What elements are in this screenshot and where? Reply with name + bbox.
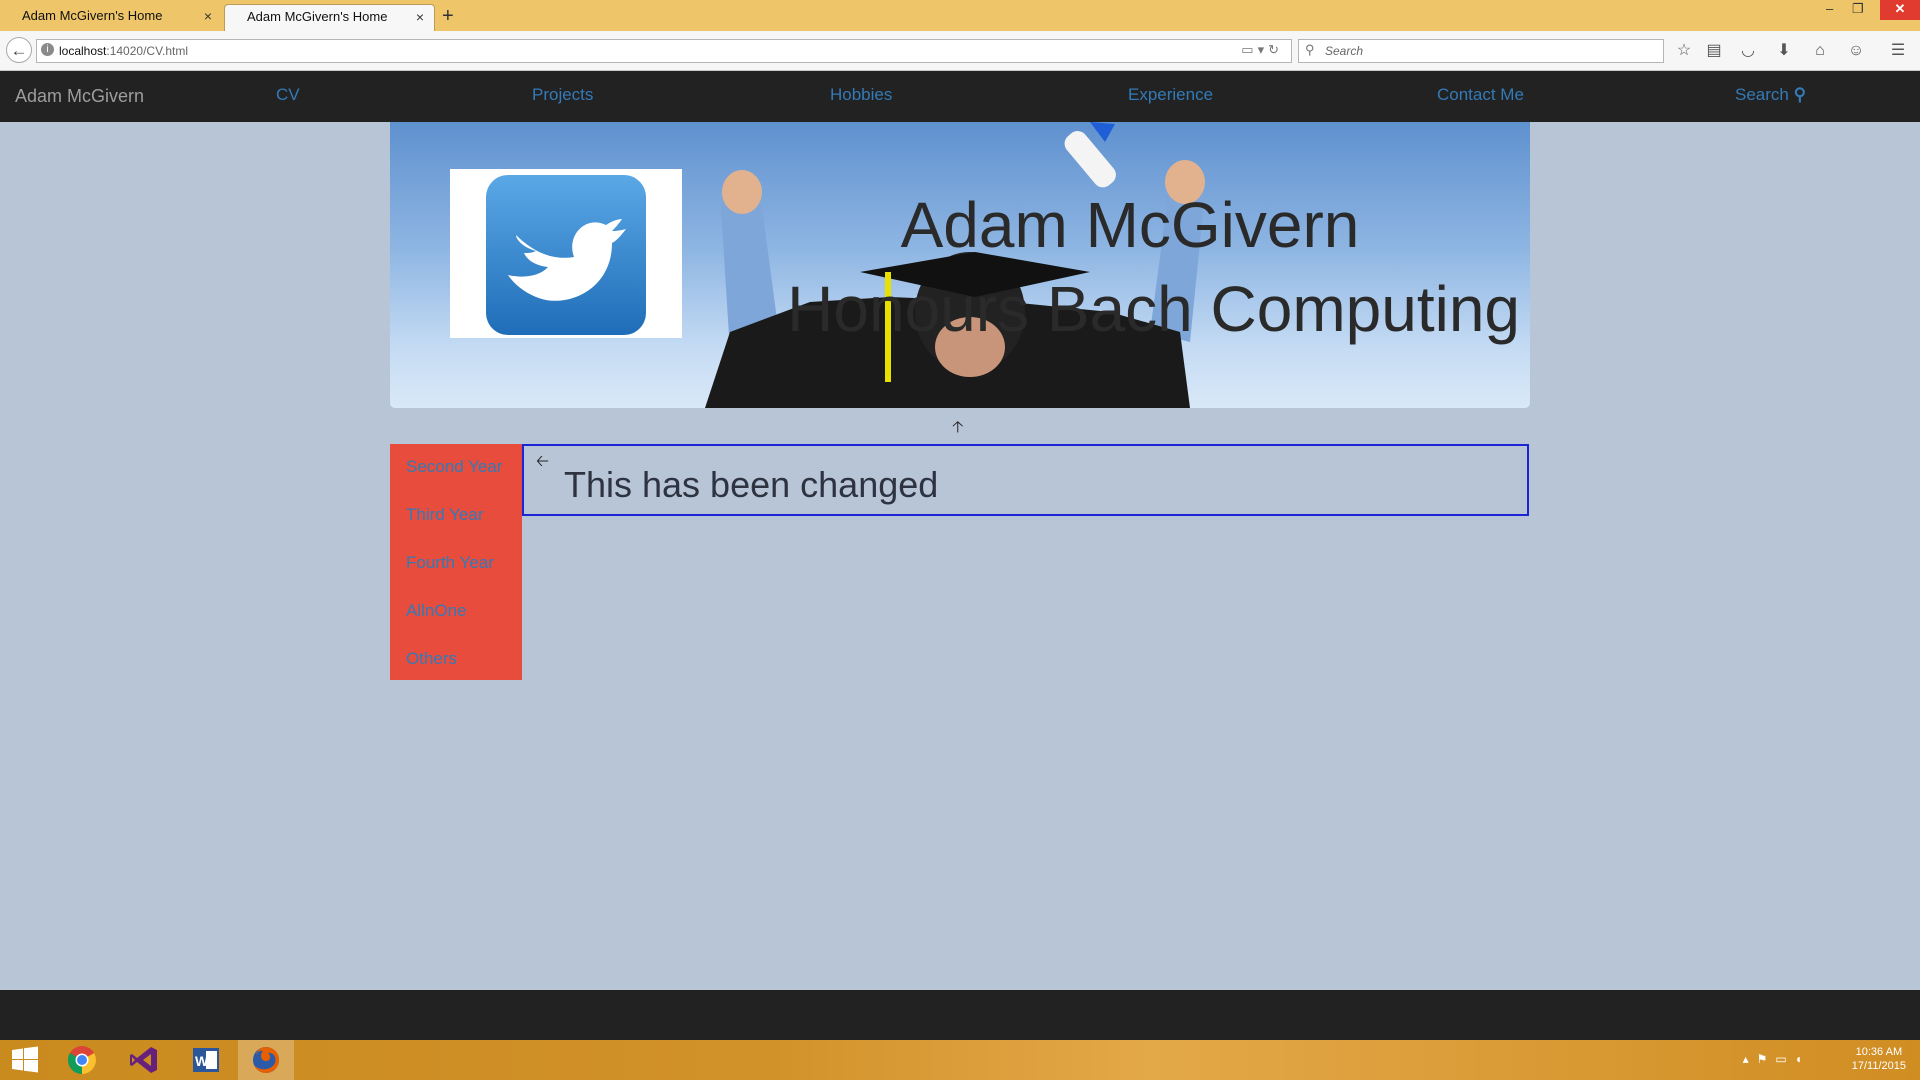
tab-title: Adam McGivern's Home — [247, 9, 388, 24]
word-icon[interactable]: W — [178, 1040, 234, 1080]
site-info-icon[interactable]: i — [41, 43, 54, 56]
minimize-button[interactable]: – — [1826, 0, 1833, 18]
magnifier-icon: ⚲ — [1793, 85, 1807, 104]
twitter-logo-icon — [486, 175, 646, 335]
windows-taskbar: W ▴⚑▭◖ 10:36 AM 17/11/2015 — [0, 1040, 1920, 1080]
browser-toolbar: ← i localhost:14020/CV.html ▭▾↻ ⚲ Search… — [0, 31, 1920, 71]
star-icon[interactable]: ☆ — [1672, 39, 1696, 63]
system-clock[interactable]: 10:36 AM 17/11/2015 — [1852, 1045, 1906, 1073]
visual-studio-icon[interactable] — [116, 1040, 172, 1080]
nav-cv[interactable]: CV — [276, 85, 300, 105]
browser-tab-2[interactable]: Adam McGivern's Home × — [224, 4, 435, 31]
header-banner: Adam McGivern Honours Bach Computing — [390, 122, 1530, 408]
header-name: Adam McGivern — [900, 189, 1360, 261]
browser-tab-bar: Adam McGivern's Home × Adam McGivern's H… — [0, 0, 1920, 31]
site-footer — [0, 990, 1920, 1040]
nav-contact-me[interactable]: Contact Me — [1437, 85, 1524, 105]
address-bar[interactable]: i localhost:14020/CV.html ▭▾↻ — [36, 39, 1292, 63]
site-navbar: Adam McGivern CV Projects Hobbies Experi… — [0, 71, 1920, 122]
sidebar-item-third-year[interactable]: Third Year — [406, 505, 484, 525]
reader-reload-icon[interactable]: ▭▾↻ — [1241, 42, 1283, 58]
new-tab-button[interactable]: + — [442, 4, 454, 28]
menu-icon[interactable]: ☰ — [1886, 39, 1910, 63]
page-content: Adam McGivern Honours Bach Computing 🡡 S… — [0, 122, 1920, 990]
home-icon[interactable]: ⌂ — [1808, 39, 1832, 63]
header-degree: Honours Bach Computing — [787, 273, 1520, 345]
clock-time: 10:36 AM — [1855, 1046, 1903, 1058]
sidebar-item-fourth-year[interactable]: Fourth Year — [406, 553, 494, 573]
search-placeholder: Search — [1325, 44, 1364, 58]
nav-search-label: Search — [1735, 85, 1789, 104]
tab-title: Adam McGivern's Home — [22, 8, 163, 23]
site-brand[interactable]: Adam McGivern — [15, 86, 144, 107]
main-heading: This has been changed — [564, 464, 939, 505]
sidebar-item-second-year[interactable]: Second Year — [406, 457, 502, 477]
main-content-box: 🡠 This has been changed — [522, 444, 1529, 516]
firefox-icon[interactable] — [238, 1040, 294, 1080]
windows-start-icon[interactable] — [0, 1040, 50, 1080]
window-close-button[interactable]: ✕ — [1880, 0, 1920, 20]
tab-close-icon[interactable]: × — [204, 4, 212, 28]
back-arrow-icon: ← — [10, 41, 28, 60]
nav-projects[interactable]: Projects — [532, 85, 593, 105]
nav-hobbies[interactable]: Hobbies — [830, 85, 892, 105]
sidebar-item-allnone[interactable]: AllnOne — [406, 601, 466, 621]
download-icon[interactable]: ⬇ — [1772, 39, 1796, 63]
pocket-icon[interactable]: ◡ — [1736, 39, 1760, 63]
url-text: localhost:14020/CV.html — [59, 44, 188, 58]
sidebar: Second Year Third Year Fourth Year AllnO… — [390, 444, 522, 680]
restore-button[interactable]: ❐ — [1852, 0, 1864, 18]
up-arrow-icon[interactable]: 🡡 — [952, 416, 964, 443]
search-input[interactable]: ⚲ Search — [1298, 39, 1664, 63]
back-button[interactable]: ← — [6, 37, 32, 63]
browser-tab-1[interactable]: Adam McGivern's Home × — [0, 4, 222, 31]
nav-search[interactable]: Search ⚲ — [1735, 85, 1806, 105]
search-icon: ⚲ — [1305, 42, 1315, 57]
clock-date: 17/11/2015 — [1851, 1060, 1906, 1072]
tab-close-icon[interactable]: × — [416, 5, 424, 29]
chrome-icon[interactable] — [54, 1040, 110, 1080]
nav-experience[interactable]: Experience — [1128, 85, 1213, 105]
reading-list-icon[interactable]: ▤ — [1702, 39, 1726, 63]
svg-text:W: W — [195, 1053, 209, 1069]
sidebar-item-others[interactable]: Others — [406, 649, 457, 669]
left-arrow-icon[interactable]: 🡠 — [536, 450, 549, 477]
system-tray-icons[interactable]: ▴⚑▭◖ — [1743, 1052, 1810, 1066]
chat-icon[interactable]: ☺ — [1844, 39, 1868, 63]
